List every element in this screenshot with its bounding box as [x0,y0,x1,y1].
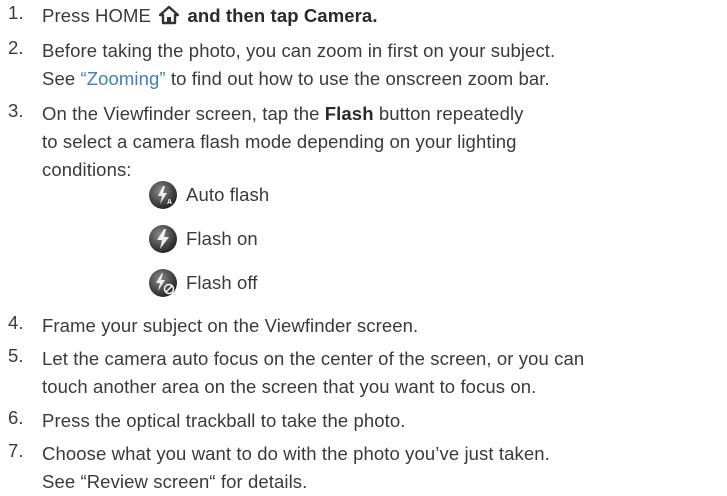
flash-mode-off: Flash off [148,267,258,299]
svg-text:A: A [167,199,172,206]
flash-off-icon [148,268,178,298]
flash-mode-auto: A Auto flash [148,179,269,211]
flash-on-icon [148,224,178,254]
step-text: On the Viewfinder screen, tap the Flash … [42,103,524,180]
step-number: 2. [8,37,24,58]
step-text: Before taking the photo, you can zoom in… [42,40,556,89]
step-number: 4. [8,312,24,333]
step-text: Choose what you want to do with the phot… [42,443,550,492]
step-number: 6. [8,407,24,428]
flash-mode-label: Flash on [186,228,258,249]
step-number: 1. [8,2,24,23]
step-number: 5. [8,345,24,366]
zooming-link[interactable]: “Zooming” [80,68,165,89]
step-text: Let the camera auto focus on the center … [42,348,585,397]
step-number: 7. [8,440,24,461]
flash-mode-label: Flash off [186,272,258,293]
step-text: Press HOME and then tap Camera. [42,2,722,33]
flash-mode-label: Auto flash [186,184,270,205]
step-text: Press the optical trackball to take the … [42,410,406,431]
step-text: Frame your subject on the Viewfinder scr… [42,315,419,336]
home-icon [158,5,180,33]
step-number: 3. [8,100,24,121]
auto-flash-icon: A [148,180,178,210]
flash-mode-on: Flash on [148,223,258,255]
